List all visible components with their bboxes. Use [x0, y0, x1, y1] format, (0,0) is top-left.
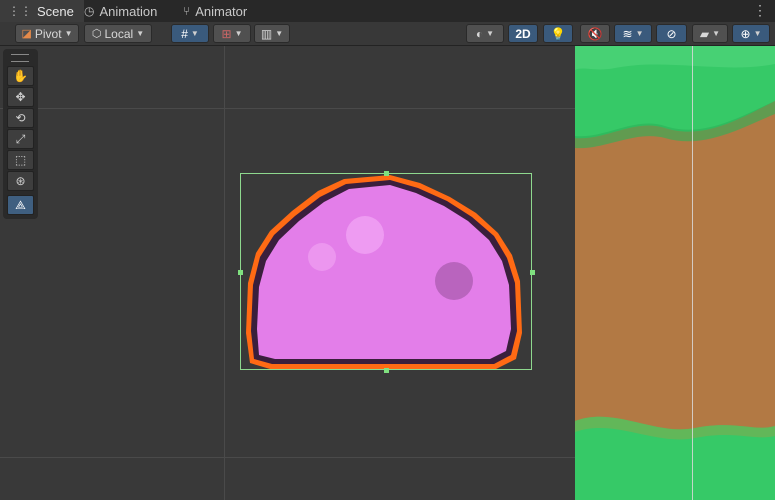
- vertex-editor-icon: ⟁: [15, 197, 26, 212]
- grid-line-vertical: [224, 46, 225, 500]
- resize-handle-bottom[interactable]: [384, 368, 389, 373]
- move-tool-button[interactable]: ✥: [7, 87, 34, 107]
- branch-icon: ⑂: [183, 4, 191, 18]
- selection-bounds: [240, 173, 532, 370]
- chevron-down-icon: ▼: [635, 29, 644, 38]
- scale-tool-button[interactable]: ⤢: [7, 129, 34, 149]
- resize-handle-left[interactable]: [238, 270, 243, 275]
- chevron-down-icon: ▼: [234, 29, 243, 38]
- clock-icon: ◷: [84, 4, 95, 18]
- scene-toolbar: ◪ Pivot ▼ ⬡ Local ▼ # ▼ ⊞ ▼ ▥ ▼ ◐ ▼ 2D 💡…: [0, 22, 775, 46]
- tab-animation-label: Animation: [99, 3, 158, 19]
- rect-tool-button[interactable]: ⬚: [7, 150, 34, 170]
- ruler-dropdown[interactable]: ▥ ▼: [254, 24, 290, 43]
- mode-2d-label: 2D: [515, 26, 531, 41]
- tools-overlay: ✋ ✥ ⟲ ⤢ ⬚ ⊛ ⟁: [3, 49, 38, 219]
- pivot-dropdown[interactable]: ◪ Pivot ▼: [15, 24, 79, 43]
- grid-icon: ⋮⋮: [8, 4, 32, 18]
- chevron-down-icon: ▼: [753, 29, 762, 38]
- move-arrows-icon: ✥: [15, 90, 26, 104]
- lighting-toggle[interactable]: 💡: [543, 24, 573, 43]
- local-dropdown[interactable]: ⬡ Local ▼: [84, 24, 152, 43]
- camera-icon: ▰: [699, 26, 710, 41]
- shading-sphere-icon: ◐: [475, 26, 484, 41]
- chevron-down-icon: ▼: [275, 29, 284, 38]
- pivot-icon: ◪: [21, 28, 32, 40]
- hand-icon: ✋: [13, 69, 28, 83]
- drag-grip-icon[interactable]: [11, 54, 29, 62]
- chevron-down-icon: ▼: [64, 29, 73, 38]
- pivot-label: Pivot: [34, 26, 62, 41]
- hidden-objects-toggle[interactable]: ⊘: [656, 24, 687, 43]
- effects-dropdown[interactable]: ≋ ▼: [614, 24, 652, 43]
- transform-globe-icon: ⊛: [15, 174, 26, 188]
- hand-tool-button[interactable]: ✋: [7, 66, 34, 86]
- mode-2d-toggle[interactable]: 2D: [508, 24, 538, 43]
- shading-mode-dropdown[interactable]: ◐ ▼: [466, 24, 504, 43]
- transform-tool-button[interactable]: ⊛: [7, 171, 34, 191]
- scale-icon: ⤢: [15, 131, 26, 146]
- snap-icon: ⊞: [221, 26, 232, 41]
- lightbulb-icon: 💡: [550, 26, 566, 41]
- ruler-icon: ▥: [260, 26, 273, 41]
- resize-handle-right[interactable]: [530, 270, 535, 275]
- window-tab-bar: ⋮⋮ Scene ◷ Animation ⑂ Animator ⋮: [0, 0, 775, 22]
- chevron-down-icon: ▼: [712, 29, 721, 38]
- tab-scene-label: Scene: [37, 3, 74, 19]
- local-label: Local: [104, 26, 134, 41]
- tab-animator[interactable]: ⑂ Animator: [183, 0, 247, 22]
- custom-tool-button[interactable]: ⟁: [7, 195, 34, 215]
- chevron-down-icon: ▼: [190, 29, 199, 38]
- tab-scene[interactable]: ⋮⋮ Scene: [0, 0, 84, 22]
- more-options-icon[interactable]: ⋮: [753, 2, 767, 19]
- gizmos-dropdown[interactable]: ⊕ ▼: [732, 24, 770, 43]
- camera-dropdown[interactable]: ▰ ▼: [692, 24, 728, 43]
- increment-snap-dropdown[interactable]: ⊞ ▼: [213, 24, 251, 43]
- eye-slash-icon: ⊘: [666, 26, 677, 41]
- effects-layers-icon: ≋: [622, 26, 633, 41]
- gizmos-globe-icon: ⊕: [740, 26, 751, 41]
- rect-transform-icon: ⬚: [14, 153, 27, 167]
- audio-toggle[interactable]: 🔇: [580, 24, 610, 43]
- rotate-tool-button[interactable]: ⟲: [7, 108, 34, 128]
- resize-handle-top[interactable]: [384, 171, 389, 176]
- cube-icon: ⬡: [91, 28, 102, 40]
- grid-snapping-dropdown[interactable]: # ▼: [171, 24, 209, 43]
- ground-tile-sprite[interactable]: [575, 46, 775, 500]
- tab-animation[interactable]: ◷ Animation: [84, 0, 157, 22]
- rotate-icon: ⟲: [15, 111, 26, 125]
- grid-snap-icon: #: [181, 26, 188, 41]
- audio-mute-icon: 🔇: [587, 26, 603, 41]
- chevron-down-icon: ▼: [486, 29, 495, 38]
- chevron-down-icon: ▼: [136, 29, 145, 38]
- tab-animator-label: Animator: [195, 3, 248, 19]
